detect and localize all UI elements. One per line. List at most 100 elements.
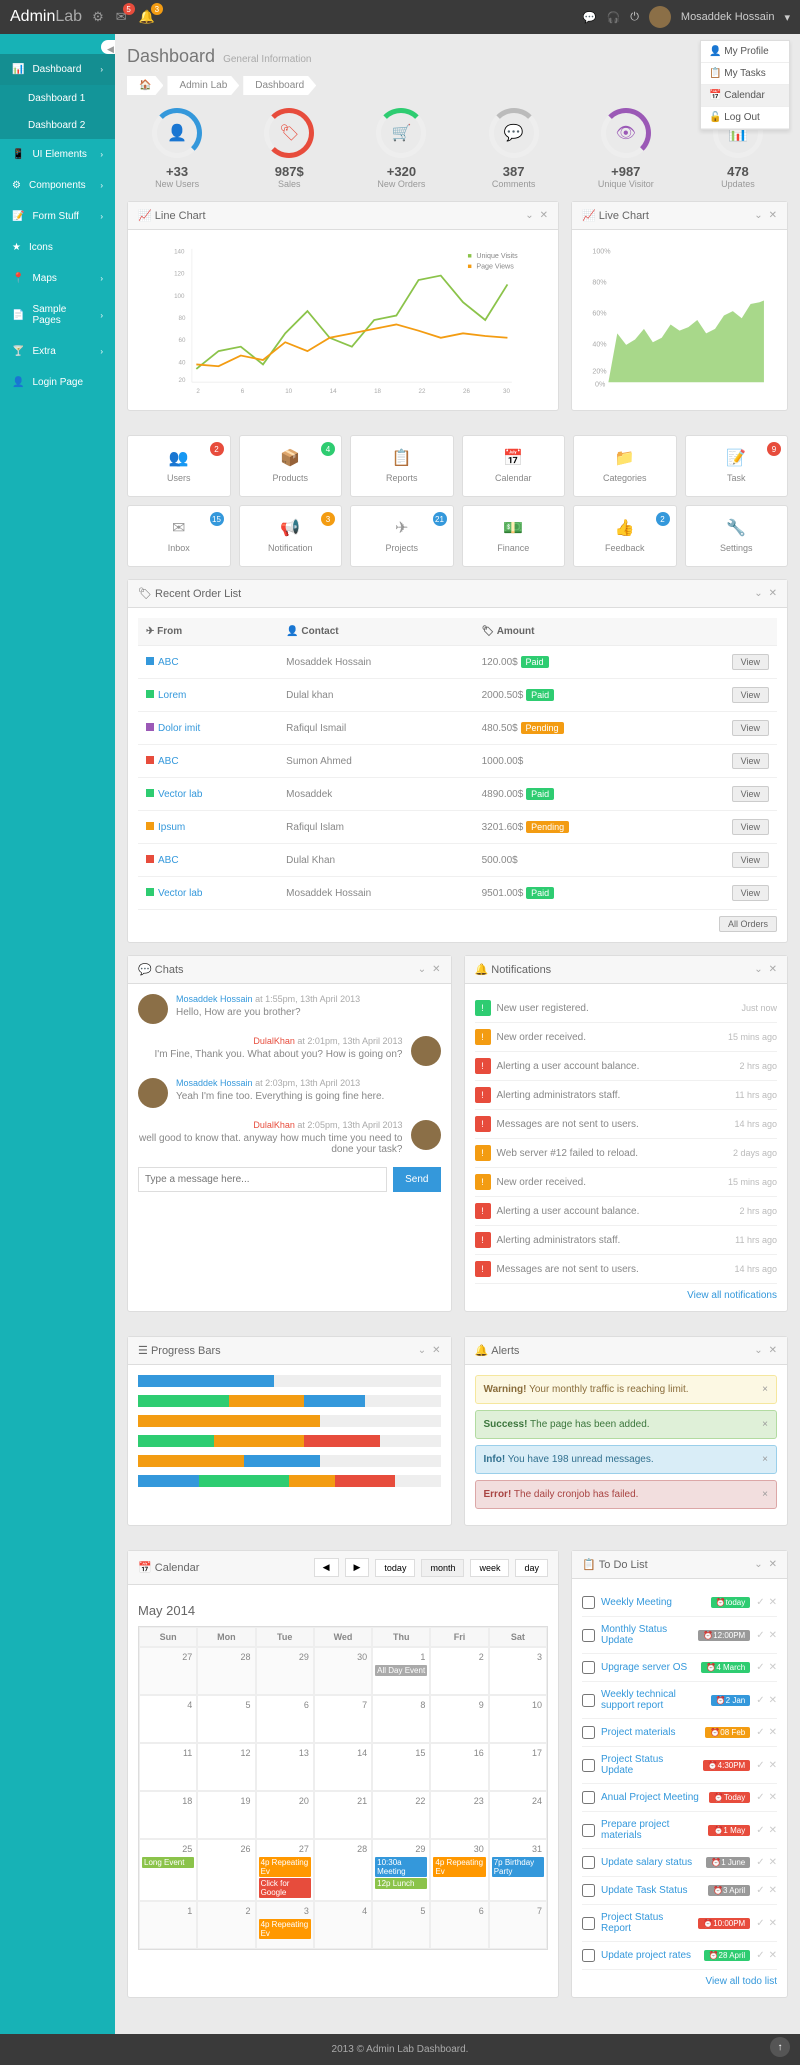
cal-day[interactable]: 10 (489, 1695, 547, 1743)
todo-checkbox[interactable] (582, 1949, 595, 1962)
cal-month[interactable]: month (421, 1559, 464, 1577)
todo-checkbox[interactable] (582, 1759, 595, 1772)
notification-item[interactable]: !Alerting administrators staff.11 hrs ag… (475, 1226, 778, 1255)
edit-icon[interactable]: ✓ (756, 1885, 764, 1896)
cal-day[interactable]: 7 (314, 1695, 372, 1743)
nav-dashboard[interactable]: 📊Dashboard› (0, 54, 115, 85)
cal-day[interactable]: 26 (197, 1839, 255, 1901)
nav-maps[interactable]: 📍Maps› (0, 263, 115, 294)
view-button[interactable]: View (732, 885, 769, 901)
delete-icon[interactable]: ✕ (769, 1950, 777, 1961)
close-icon[interactable]: × (762, 1454, 768, 1465)
cal-day[interactable]: 9 (430, 1695, 488, 1743)
send-button[interactable]: Send (393, 1167, 440, 1192)
edit-icon[interactable]: ✓ (756, 1630, 764, 1641)
cal-day[interactable]: 23 (430, 1791, 488, 1839)
cal-day[interactable]: 317p Birthday Party (489, 1839, 547, 1901)
cal-day[interactable]: 1All Day Event (372, 1647, 430, 1695)
delete-icon[interactable]: ✕ (769, 1695, 777, 1706)
cal-day[interactable]: 22 (372, 1791, 430, 1839)
edit-icon[interactable]: ✓ (756, 1760, 764, 1771)
bc-home[interactable]: 🏠 (127, 76, 163, 95)
dd-tasks[interactable]: 📋 My Tasks (701, 63, 789, 85)
gear-icon[interactable]: ⚙ (92, 9, 104, 25)
bc-2[interactable]: Dashboard (243, 76, 316, 95)
close-icon[interactable]: × (762, 1384, 768, 1395)
edit-icon[interactable]: ✓ (756, 1662, 764, 1673)
tile-reports[interactable]: 📋Reports (350, 435, 454, 497)
todo-checkbox[interactable] (582, 1917, 595, 1930)
collapse-icon[interactable]: ⌄ (525, 210, 533, 221)
cal-day[interactable]: 3 (489, 1647, 547, 1695)
nav-ui[interactable]: 📱UI Elements› (0, 139, 115, 170)
delete-icon[interactable]: ✕ (769, 1885, 777, 1896)
cal-today[interactable]: today (375, 1559, 415, 1577)
todo-checkbox[interactable] (582, 1661, 595, 1674)
caret-down-icon[interactable]: ▾ (784, 11, 790, 24)
notification-item[interactable]: !Alerting a user account balance.2 hrs a… (475, 1197, 778, 1226)
nav-components[interactable]: ⚙Components› (0, 170, 115, 201)
tile-categories[interactable]: 📁Categories (573, 435, 677, 497)
delete-icon[interactable]: ✕ (769, 1792, 777, 1803)
delete-icon[interactable]: ✕ (769, 1727, 777, 1738)
notification-item[interactable]: !Alerting administrators staff.11 hrs ag… (475, 1081, 778, 1110)
view-all-notifications[interactable]: View all notifications (475, 1284, 778, 1301)
cal-day[interactable]: 17 (489, 1743, 547, 1791)
edit-icon[interactable]: ✓ (756, 1597, 764, 1608)
username[interactable]: Mosaddek Hossain (681, 11, 775, 23)
notification-item[interactable]: !New order received.15 mins ago (475, 1023, 778, 1052)
tile-task[interactable]: 📝Task9 (685, 435, 789, 497)
chat-input[interactable] (138, 1167, 387, 1192)
view-button[interactable]: View (732, 819, 769, 835)
todo-checkbox[interactable] (582, 1884, 595, 1897)
close-icon[interactable]: ✕ (540, 210, 548, 221)
tile-users[interactable]: 👥Users2 (127, 435, 231, 497)
tile-products[interactable]: 📦Products4 (239, 435, 343, 497)
view-button[interactable]: View (732, 720, 769, 736)
cal-day[interactable]: 16 (430, 1743, 488, 1791)
view-all-todos[interactable]: View all todo list (582, 1970, 777, 1987)
tile-calendar[interactable]: 📅Calendar (462, 435, 566, 497)
tile-notification[interactable]: 📢Notification3 (239, 505, 343, 567)
cal-day[interactable]: 24 (489, 1791, 547, 1839)
delete-icon[interactable]: ✕ (769, 1918, 777, 1929)
cal-day[interactable]: 28 (314, 1839, 372, 1901)
nav-extra[interactable]: 🍸Extra› (0, 336, 115, 367)
dd-calendar[interactable]: 📅 Calendar (701, 85, 789, 107)
todo-checkbox[interactable] (582, 1791, 595, 1804)
all-orders-button[interactable]: All Orders (719, 916, 777, 932)
todo-checkbox[interactable] (582, 1596, 595, 1609)
edit-icon[interactable]: ✓ (756, 1918, 764, 1929)
cal-day[interactable]: 19 (197, 1791, 255, 1839)
notification-item[interactable]: !Alerting a user account balance.2 hrs a… (475, 1052, 778, 1081)
edit-icon[interactable]: ✓ (756, 1825, 764, 1836)
cal-day[interactable]: 2 (430, 1647, 488, 1695)
sidebar-toggle[interactable]: ◀ (101, 40, 115, 54)
view-button[interactable]: View (732, 786, 769, 802)
tile-projects[interactable]: ✈Projects21 (350, 505, 454, 567)
notification-item[interactable]: !Messages are not sent to users.14 hrs a… (475, 1255, 778, 1284)
nav-dashboard-1[interactable]: Dashboard 1 (0, 85, 115, 112)
cal-day[interactable]: 11 (139, 1743, 197, 1791)
cal-day[interactable]: 5 (197, 1695, 255, 1743)
nav-form[interactable]: 📝Form Stuff› (0, 201, 115, 232)
tile-finance[interactable]: 💵Finance (462, 505, 566, 567)
view-button[interactable]: View (732, 654, 769, 670)
chat-icon[interactable]: 💬 (583, 11, 597, 24)
tile-inbox[interactable]: ✉Inbox15 (127, 505, 231, 567)
notification-item[interactable]: !Web server #12 failed to reload.2 days … (475, 1139, 778, 1168)
cal-day[interactable]: 14 (314, 1743, 372, 1791)
bc-1[interactable]: Admin Lab (167, 76, 239, 95)
delete-icon[interactable]: ✕ (769, 1825, 777, 1836)
cal-day[interactable]: 6 (256, 1695, 314, 1743)
avatar[interactable] (649, 6, 671, 28)
scroll-top-button[interactable]: ↑ (770, 2037, 790, 2057)
nav-icons[interactable]: ★Icons (0, 232, 115, 263)
tile-feedback[interactable]: 👍Feedback2 (573, 505, 677, 567)
notification-item[interactable]: !Messages are not sent to users.14 hrs a… (475, 1110, 778, 1139)
cal-day[interactable]: 25Long Event (139, 1839, 197, 1901)
cal-day[interactable]: 15 (372, 1743, 430, 1791)
close-icon[interactable]: × (762, 1489, 768, 1500)
edit-icon[interactable]: ✓ (756, 1695, 764, 1706)
view-button[interactable]: View (732, 753, 769, 769)
